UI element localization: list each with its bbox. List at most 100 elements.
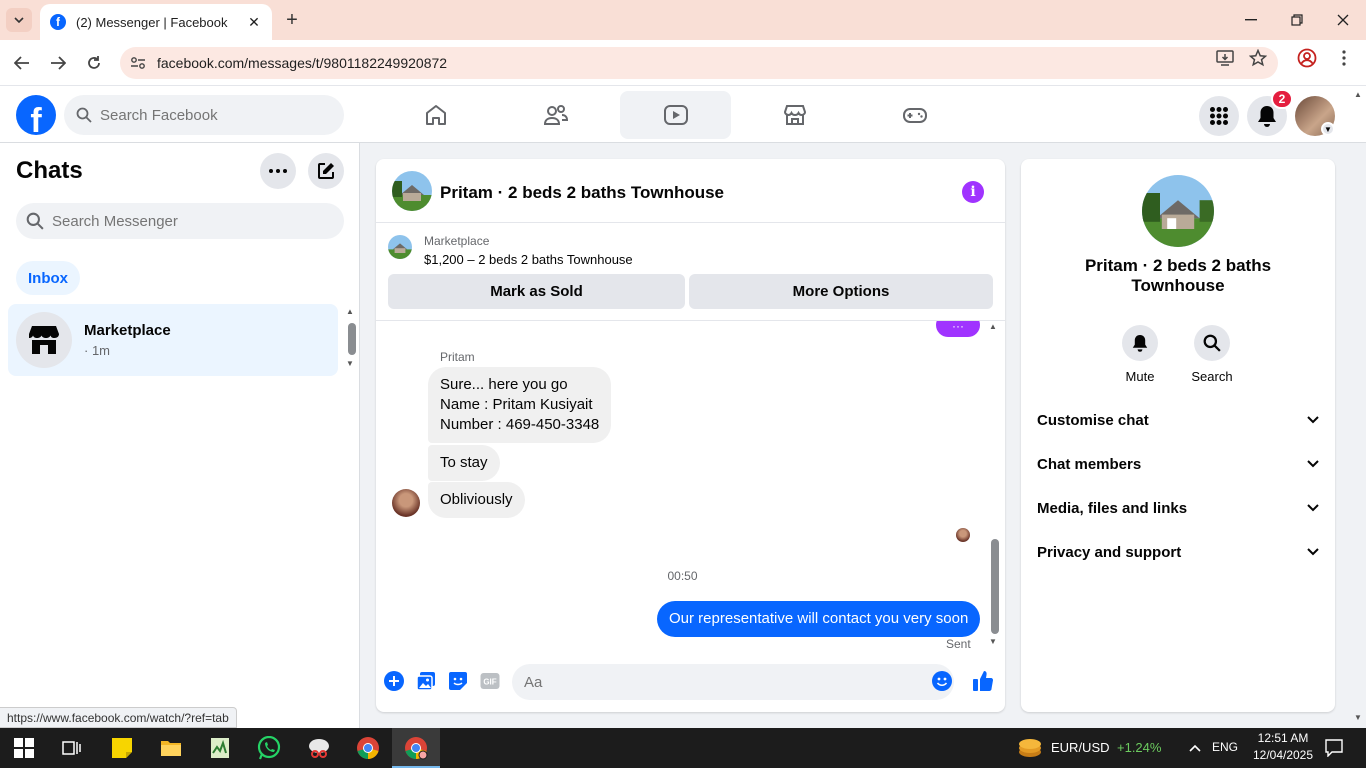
like-button[interactable] [972,670,994,692]
listing-thumbnail[interactable] [392,171,432,211]
task-manager-app[interactable] [206,734,234,762]
section-chat-members[interactable]: Chat members [1029,444,1327,484]
menu-button[interactable] [1199,96,1239,136]
nav-marketplace[interactable] [739,91,850,139]
ticker-widget-icon[interactable] [1016,734,1044,762]
notification-center-button[interactable] [1320,734,1348,762]
clock-time[interactable]: 12:51 AM [1253,731,1313,745]
sender-avatar[interactable] [392,489,420,517]
address-bar[interactable]: facebook.com/messages/t/9801182249920872 [120,47,1278,79]
currency-icon [1019,739,1041,757]
info-icon[interactable]: i [962,181,984,203]
arrow-left-icon [14,56,29,70]
messages-scroll-up-icon[interactable]: ▲ [989,322,997,331]
nav-watch[interactable] [620,91,731,139]
notification-badge: 2 [1271,89,1293,109]
more-options-button[interactable]: More Options [689,274,993,309]
action-center-icon [1325,739,1343,757]
new-message-button[interactable] [308,153,344,189]
search-label: Search [1191,369,1233,384]
account-caret-icon[interactable]: ▼ [1321,122,1335,136]
section-customise-chat[interactable]: Customise chat [1029,400,1327,440]
chevron-up-icon [1189,744,1201,752]
messenger-search[interactable] [16,203,344,239]
more-actions-button[interactable] [383,670,405,692]
new-tab-button[interactable]: + [282,10,302,30]
clock-date[interactable]: 12/04/2025 [1250,748,1316,762]
page-scroll-up-icon[interactable]: ▲ [1354,90,1362,99]
attach-photo-button[interactable] [415,670,437,692]
section-label: Chat members [1037,455,1142,473]
nav-friends[interactable] [500,91,611,139]
mark-as-sold-button[interactable]: Mark as Sold [388,274,685,309]
section-media-files-links[interactable]: Media, files and links [1029,488,1327,528]
page-scroll-down-icon[interactable]: ▼ [1354,713,1362,722]
message-input-box[interactable] [512,664,954,700]
conversation-header: Pritam · 2 beds 2 baths Townhouse i [376,159,1005,223]
listing-summary[interactable]: $1,200 – 2 beds 2 baths Townhouse [424,252,633,267]
task-view-button[interactable] [58,734,86,762]
minimize-button[interactable] [1239,8,1263,32]
message-line: Sure... here you go [440,376,568,393]
sidebar-scroll-down-icon[interactable]: ▼ [346,359,356,368]
sticker-icon [449,672,467,690]
incoming-message[interactable]: To stay [428,445,500,481]
bookmark-star-icon[interactable] [1248,48,1268,68]
windows-taskbar: EUR/USD +1.24% ENG 12:51 AM 12/04/2025 [0,728,1366,768]
forward-button[interactable] [47,52,69,74]
gaming-icon [902,108,927,123]
messages-scrollbar[interactable] [991,539,999,634]
snipping-tool-app[interactable] [305,734,333,762]
search-action[interactable]: Search [1182,325,1242,384]
sidebar-scrollbar[interactable] [348,323,356,355]
inbox-filter-chip[interactable]: Inbox [16,261,80,295]
gif-button[interactable]: GIF [479,670,501,692]
file-explorer-app[interactable] [157,734,185,762]
outgoing-message[interactable]: Our representative will contact you very… [657,601,981,637]
chats-options-button[interactable] [260,153,296,189]
facebook-search-input[interactable] [100,106,330,124]
marketplace-store-icon [29,326,59,354]
language-indicator[interactable]: ENG [1212,740,1238,754]
sticky-notes-app[interactable] [108,734,136,762]
whatsapp-app[interactable] [255,734,283,762]
messenger-search-input[interactable] [52,212,332,230]
facebook-search[interactable] [64,95,344,135]
conversation-title[interactable]: Pritam · 2 beds 2 baths Townhouse [440,183,724,203]
grid-menu-icon [1210,107,1228,125]
tab-search-button[interactable] [6,8,32,32]
site-info-icon[interactable] [130,55,146,71]
message-timestamp: 00:50 [667,569,698,583]
browser-menu-icon[interactable] [1334,48,1354,68]
browser-tab[interactable]: f (2) Messenger | Facebook ✕ [40,4,272,40]
start-button[interactable] [10,734,38,762]
section-privacy-support[interactable]: Privacy and support [1029,532,1327,572]
messages-scroll-down-icon[interactable]: ▼ [989,637,997,646]
chrome-icon [357,737,379,759]
ticker-label[interactable]: EUR/USD [1051,740,1110,755]
incoming-message[interactable]: Sure... here you go Name : Pritam Kusiya… [428,367,612,443]
facebook-logo-icon[interactable]: f [16,95,56,135]
close-window-button[interactable] [1331,8,1355,32]
mute-action[interactable]: Mute [1110,325,1170,384]
restore-button[interactable] [1285,8,1309,32]
sticker-button[interactable] [447,670,469,692]
listing-profile-image[interactable] [1142,175,1214,247]
nav-gaming[interactable] [859,91,970,139]
thumbs-up-icon [973,671,994,692]
install-app-icon[interactable] [1215,48,1235,68]
emoji-button[interactable] [931,670,953,692]
chat-list-item[interactable]: Marketplace · 1m [8,304,338,376]
nav-home[interactable] [380,91,491,139]
back-button[interactable] [11,52,33,74]
chrome-profile-app[interactable] [402,734,430,762]
close-tab-icon[interactable]: ✕ [246,14,262,31]
profile-icon[interactable] [1297,48,1317,68]
sidebar-scroll-up-icon[interactable]: ▲ [346,307,356,316]
incoming-message[interactable]: Obliviously [428,482,525,518]
chats-title: Chats [16,157,83,184]
reload-button[interactable] [83,52,105,74]
chrome-app[interactable] [354,734,382,762]
message-input[interactable] [524,673,904,691]
show-hidden-icons-button[interactable] [1181,734,1209,762]
